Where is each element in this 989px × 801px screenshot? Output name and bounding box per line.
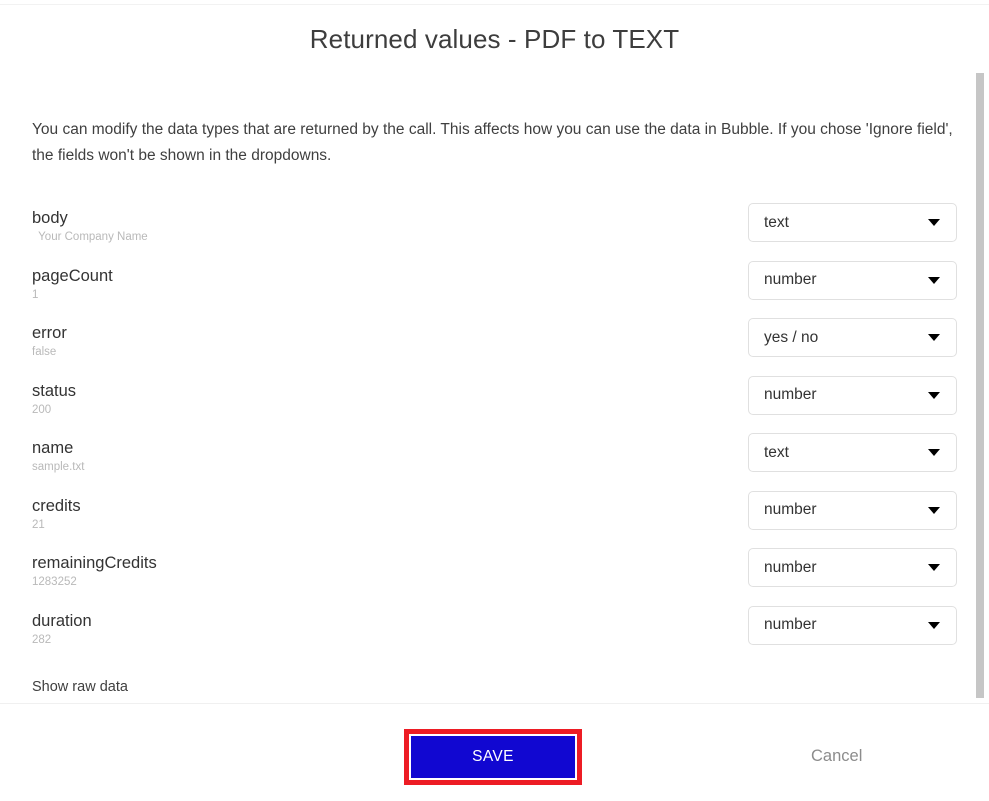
field-sample-value: sample.txt (32, 460, 84, 475)
field-type-select[interactable]: number (748, 376, 957, 415)
field-sample-value: 1 (32, 288, 113, 303)
field-type-value: text (764, 214, 928, 232)
show-raw-data-link[interactable]: Show raw data (32, 679, 128, 695)
dialog-body: Returned values - PDF to TEXT You can mo… (0, 5, 989, 703)
chevron-down-icon (928, 449, 940, 456)
field-info: error false (32, 321, 67, 360)
field-type-select[interactable]: number (748, 606, 957, 645)
save-button[interactable]: SAVE (411, 736, 575, 778)
field-type-select[interactable]: text (748, 203, 957, 242)
field-info: pageCount 1 (32, 264, 113, 303)
chevron-down-icon (928, 219, 940, 226)
field-type-select[interactable]: text (748, 433, 957, 472)
field-row: name sample.txt text (32, 436, 957, 494)
field-type-select[interactable]: number (748, 261, 957, 300)
dialog-description: You can modify the data types that are r… (32, 55, 957, 169)
scrollbar-track[interactable] (976, 5, 989, 703)
chevron-down-icon (928, 622, 940, 629)
field-type-value: number (764, 271, 928, 289)
field-row: remainingCredits 1283252 number (32, 551, 957, 609)
field-info: duration 282 (32, 609, 92, 648)
field-name: pageCount (32, 266, 113, 287)
field-sample-value: 21 (32, 518, 81, 533)
field-sample-value: 282 (32, 633, 92, 648)
field-row: body Your Company Name text (32, 206, 957, 264)
field-name: remainingCredits (32, 553, 157, 574)
chevron-down-icon (928, 334, 940, 341)
field-type-value: number (764, 501, 928, 519)
returned-values-dialog: Returned values - PDF to TEXT You can mo… (0, 0, 989, 801)
field-info: remainingCredits 1283252 (32, 551, 157, 590)
field-row: credits 21 number (32, 494, 957, 552)
field-type-select[interactable]: yes / no (748, 318, 957, 357)
field-name: duration (32, 611, 92, 632)
returned-fields-list: body Your Company Name text pageCount 1 … (32, 206, 957, 666)
scrollbar-thumb[interactable] (976, 73, 984, 698)
field-sample-value: 200 (32, 403, 76, 418)
field-sample-value: false (32, 345, 67, 360)
field-info: body Your Company Name (32, 206, 148, 245)
field-type-select[interactable]: number (748, 548, 957, 587)
page-title: Returned values - PDF to TEXT (32, 5, 957, 55)
field-type-value: number (764, 616, 928, 634)
chevron-down-icon (928, 277, 940, 284)
field-row: status 200 number (32, 379, 957, 437)
chevron-down-icon (928, 392, 940, 399)
field-row: pageCount 1 number (32, 264, 957, 322)
chevron-down-icon (928, 507, 940, 514)
field-name: status (32, 381, 76, 402)
field-type-value: text (764, 444, 928, 462)
field-sample-value: 1283252 (32, 575, 157, 590)
chevron-down-icon (928, 564, 940, 571)
field-name: name (32, 438, 84, 459)
field-name: body (32, 208, 148, 229)
field-row: duration 282 number (32, 609, 957, 667)
field-sample-value: Your Company Name (32, 230, 148, 245)
field-type-select[interactable]: number (748, 491, 957, 530)
field-row: error false yes / no (32, 321, 957, 379)
field-type-value: number (764, 386, 928, 404)
field-type-value: number (764, 559, 928, 577)
field-info: status 200 (32, 379, 76, 418)
save-button-highlight-wrap: SAVE (404, 729, 582, 785)
cancel-button[interactable]: Cancel (811, 747, 862, 766)
field-info: name sample.txt (32, 436, 84, 475)
field-info: credits 21 (32, 494, 81, 533)
field-type-value: yes / no (764, 329, 928, 347)
field-name: error (32, 323, 67, 344)
field-name: credits (32, 496, 81, 517)
